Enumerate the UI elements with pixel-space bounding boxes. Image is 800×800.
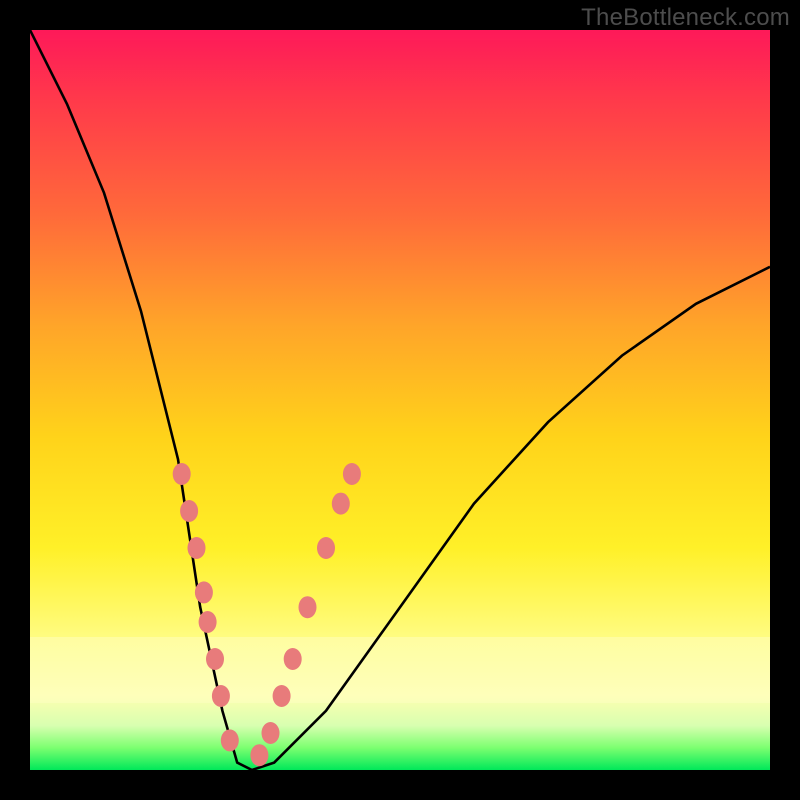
marker-dot (206, 648, 224, 670)
marker-dot (262, 722, 280, 744)
plot-area (30, 30, 770, 770)
marker-dot (188, 537, 206, 559)
marker-dot (284, 648, 302, 670)
marker-dot (332, 493, 350, 515)
marker-dot (273, 685, 291, 707)
marker-dot (221, 729, 239, 751)
chart-frame: TheBottleneck.com (0, 0, 800, 800)
watermark-text: TheBottleneck.com (581, 4, 790, 32)
marker-dot (173, 463, 191, 485)
marker-cluster-right (250, 463, 361, 766)
marker-dot (250, 744, 268, 766)
marker-dot (195, 581, 213, 603)
marker-cluster-left (173, 463, 239, 751)
marker-dot (299, 596, 317, 618)
bottleneck-curve-group (30, 30, 770, 770)
marker-dot (180, 500, 198, 522)
curve-layer (30, 30, 770, 770)
marker-dot (212, 685, 230, 707)
marker-dot (199, 611, 217, 633)
marker-dot (317, 537, 335, 559)
bottleneck-curve (30, 30, 770, 770)
marker-dot (343, 463, 361, 485)
